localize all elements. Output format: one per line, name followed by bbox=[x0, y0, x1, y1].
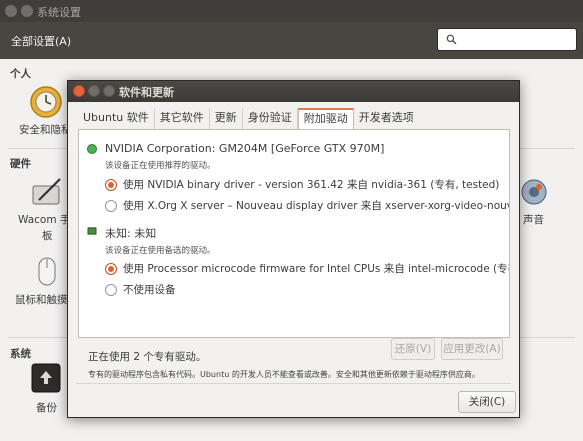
section-hardware: 硬件 bbox=[10, 158, 31, 170]
tab-bar: Ubuntu 软件 其它软件 更新 身份验证 附加驱动 开发者选项 bbox=[78, 108, 419, 130]
radio-unchecked[interactable] bbox=[105, 284, 117, 296]
section-system: 系统 bbox=[10, 348, 31, 360]
revert-button[interactable]: 还原(V) bbox=[391, 338, 435, 360]
tab-additional-drivers[interactable]: 附加驱动 bbox=[297, 108, 354, 130]
driver-option-label: 使用 Processor microcode firmware for Inte… bbox=[123, 263, 510, 275]
device-note: 该设备正在使用备选的驱动。 bbox=[105, 246, 216, 256]
driver-option-label: 不使用设备 bbox=[123, 284, 176, 296]
all-settings-button[interactable]: 全部设置(A) bbox=[11, 33, 71, 49]
security-privacy-icon[interactable] bbox=[28, 84, 64, 120]
tab-ubuntu-software[interactable]: Ubuntu 软件 bbox=[78, 108, 155, 130]
dialog-title: 软件和更新 bbox=[119, 86, 174, 99]
driver-option-nvidia-361[interactable]: 使用 NVIDIA binary driver - version 361.42… bbox=[105, 178, 505, 192]
mouse-icon[interactable] bbox=[36, 256, 58, 288]
radio-checked[interactable] bbox=[105, 179, 117, 191]
software-updates-dialog: 软件和更新 Ubuntu 软件 其它软件 更新 身份验证 附加驱动 开发者选项 … bbox=[67, 80, 520, 418]
sound-label: 声音 bbox=[523, 214, 544, 226]
close-button[interactable]: 关闭(C) bbox=[458, 391, 516, 413]
driver-option-intel-microcode[interactable]: 使用 Processor microcode firmware for Inte… bbox=[105, 262, 509, 276]
wacom-label-line2: 板 bbox=[42, 230, 53, 242]
tab-updates[interactable]: 更新 bbox=[210, 108, 243, 130]
device-chip-icon bbox=[87, 227, 97, 235]
tab-developer-options[interactable]: 开发者选项 bbox=[354, 108, 419, 130]
security-privacy-label: 安全和隐私 bbox=[19, 124, 72, 136]
radio-unchecked[interactable] bbox=[105, 200, 117, 212]
search-icon bbox=[446, 34, 457, 45]
tab-authentication[interactable]: 身份验证 bbox=[243, 108, 298, 130]
dialog-minimize-icon[interactable] bbox=[88, 85, 100, 97]
wacom-tablet-icon[interactable] bbox=[30, 176, 64, 208]
dialog-close-icon[interactable] bbox=[73, 85, 85, 97]
system-settings-toolbar: 全部设置(A) bbox=[0, 22, 583, 59]
device-name: 未知: 未知 bbox=[105, 227, 157, 240]
system-settings-titlebar: 系统设置 bbox=[0, 0, 583, 22]
device-ok-icon bbox=[87, 144, 97, 154]
search-input[interactable] bbox=[437, 28, 577, 51]
tab-other-software[interactable]: 其它软件 bbox=[155, 108, 210, 130]
window-minimize-button[interactable] bbox=[21, 5, 33, 17]
window-close-button[interactable] bbox=[5, 5, 17, 17]
drivers-status-text: 正在使用 2 个专有驱动。 bbox=[88, 351, 207, 363]
driver-option-nouveau[interactable]: 使用 X.Org X server – Nouveau display driv… bbox=[105, 199, 509, 213]
wacom-label-line1: Wacom 手 bbox=[18, 214, 71, 226]
backup-icon[interactable] bbox=[30, 362, 62, 394]
radio-checked[interactable] bbox=[105, 263, 117, 275]
mouse-touchpad-label: 鼠标和触摸 bbox=[15, 294, 68, 306]
driver-option-do-not-use[interactable]: 不使用设备 bbox=[105, 283, 505, 297]
proprietary-footnote: 专有的驱动程序包含私有代码。Ubuntu 的开发人员不能查看或改善。安全和其他更… bbox=[88, 370, 480, 379]
section-personal: 个人 bbox=[10, 68, 31, 80]
sound-icon[interactable] bbox=[520, 178, 548, 206]
driver-option-label: 使用 X.Org X server – Nouveau display driv… bbox=[123, 200, 510, 212]
backup-label: 备份 bbox=[36, 402, 57, 414]
device-note: 该设备正在使用推荐的驱动。 bbox=[105, 161, 216, 171]
apply-changes-button[interactable]: 应用更改(A) bbox=[441, 338, 503, 360]
driver-option-label: 使用 NVIDIA binary driver - version 361.42… bbox=[123, 179, 500, 191]
dialog-maximize-icon[interactable] bbox=[103, 85, 115, 97]
dialog-separator bbox=[76, 383, 511, 384]
device-name: NVIDIA Corporation: GM204M [GeForce GTX … bbox=[105, 142, 385, 155]
dialog-titlebar: 软件和更新 bbox=[68, 81, 519, 102]
additional-drivers-panel: NVIDIA Corporation: GM204M [GeForce GTX … bbox=[78, 129, 510, 338]
window-title: 系统设置 bbox=[37, 6, 81, 19]
